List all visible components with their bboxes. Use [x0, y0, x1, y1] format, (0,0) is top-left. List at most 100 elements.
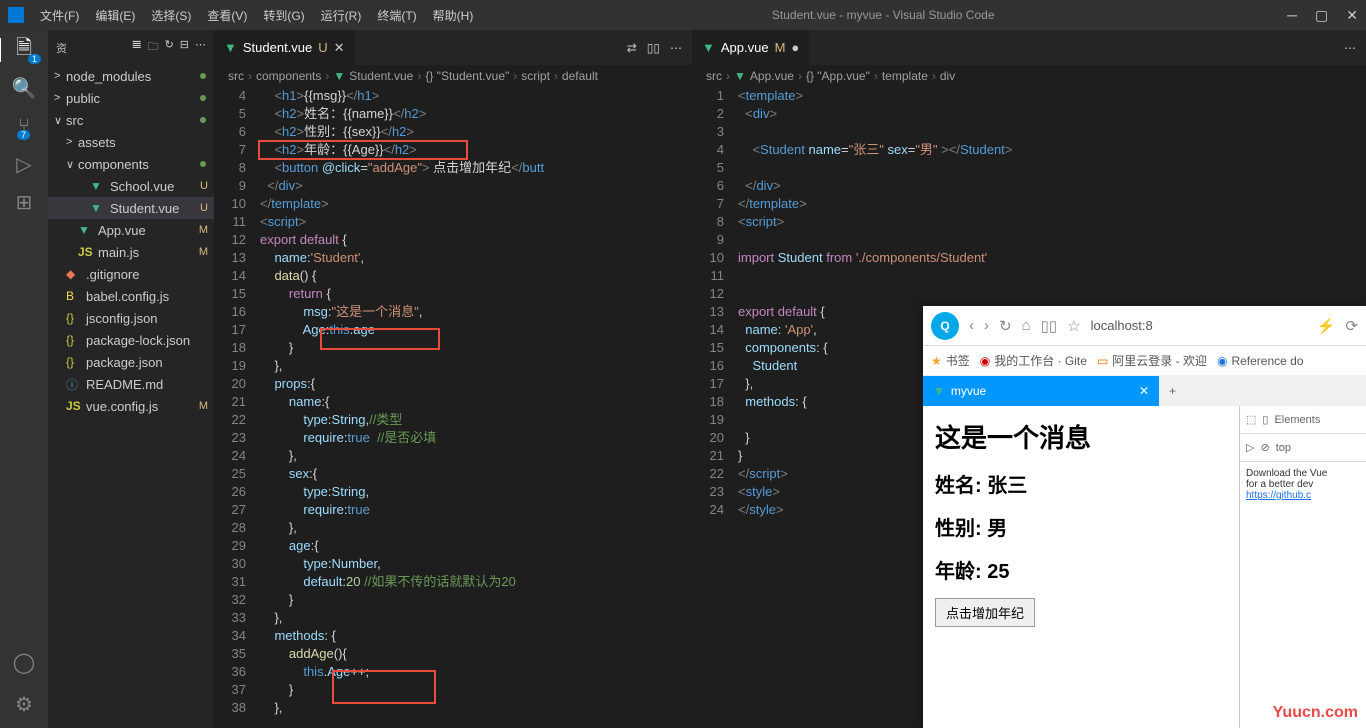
page-heading: 这是一个消息 — [935, 418, 1227, 455]
explorer-icon[interactable]: 🗎1 — [0, 38, 47, 62]
menu-select[interactable]: 选择(S) — [145, 5, 197, 26]
window-title: Student.vue - myvue - Visual Studio Code — [479, 8, 1287, 22]
add-age-button[interactable]: 点击增加年纪 — [935, 598, 1035, 627]
file-tree-item[interactable]: JSmain.jsM — [48, 241, 214, 263]
vue-icon: ▼ — [702, 40, 715, 55]
browser-logo-icon: Q — [931, 312, 959, 340]
console-message: for a better dev — [1246, 479, 1360, 490]
star-icon[interactable]: ☆ — [1067, 317, 1080, 335]
vue-icon: ▼ — [933, 384, 945, 398]
maximize-icon[interactable]: ▢ — [1315, 7, 1328, 24]
page-content: 这是一个消息 姓名: 张三 性别: 男 年龄: 25 点击增加年纪 — [923, 406, 1239, 728]
devtools-context[interactable]: top — [1276, 442, 1291, 454]
file-tree-item[interactable]: {}package.json — [48, 351, 214, 373]
file-tree-item[interactable]: ▼Student.vueU — [48, 197, 214, 219]
file-tree-item[interactable]: {}package-lock.json — [48, 329, 214, 351]
browser-tab[interactable]: ▼ myvue ✕ — [923, 376, 1159, 406]
bookmark-item[interactable]: ★ 书签 — [931, 352, 970, 369]
reader-icon[interactable]: ▯▯ — [1041, 317, 1058, 335]
breadcrumb-left[interactable]: src› components› ▼Student.vue› {} "Stude… — [214, 65, 692, 87]
titlebar: 文件(F) 编辑(E) 选择(S) 查看(V) 转到(G) 运行(R) 终端(T… — [0, 0, 1366, 30]
page-sex: 性别: 男 — [935, 512, 1227, 541]
devtools-play-icon[interactable]: ▷ — [1246, 441, 1254, 454]
file-tree-item[interactable]: ∨components — [48, 153, 214, 175]
file-tree-item[interactable]: Bbabel.config.js — [48, 285, 214, 307]
tab-label: Student.vue — [243, 40, 312, 55]
tab-close-icon[interactable]: ✕ — [334, 40, 345, 56]
file-tree-item[interactable]: >node_modules — [48, 65, 214, 87]
devtools-device-icon[interactable]: ▯ — [1262, 413, 1268, 426]
file-tree-item[interactable]: JSvue.config.jsM — [48, 395, 214, 417]
menu-terminal[interactable]: 终端(T) — [371, 5, 422, 26]
reload-icon[interactable]: ↻ — [999, 317, 1012, 335]
console-message: Download the Vue — [1246, 468, 1360, 479]
search-icon[interactable]: 🔍 — [12, 76, 36, 100]
page-age: 年龄: 25 — [935, 555, 1227, 584]
more-icon[interactable]: ⋯ — [1344, 41, 1356, 55]
devtools: ⬚ ▯ Elements ▷ ⊘ top Download the Vue fo… — [1239, 406, 1366, 728]
url-bar[interactable]: localhost:8 — [1091, 318, 1153, 333]
minimap[interactable] — [632, 87, 692, 728]
menu-file[interactable]: 文件(F) — [34, 5, 85, 26]
back-icon[interactable]: ‹ — [969, 317, 974, 334]
refresh-icon[interactable]: ↻ — [165, 38, 174, 57]
tab-label: App.vue — [721, 40, 769, 55]
watermark: Yuucn.com — [1273, 704, 1358, 722]
flash-icon[interactable]: ⚡ — [1317, 317, 1336, 335]
account-icon[interactable]: ◯ — [12, 650, 36, 674]
file-tree: >node_modules>public∨src>assets∨componen… — [48, 65, 214, 417]
editor-group-left: ▼ Student.vue U ✕ ⇄ ▯▯ ⋯ src› components… — [214, 30, 692, 728]
file-tree-item[interactable]: ◆.gitignore — [48, 263, 214, 285]
bookmark-item[interactable]: ◉ 我的工作台 · Gite — [980, 352, 1087, 369]
scm-icon[interactable]: ⑂7 — [12, 114, 36, 138]
file-tree-item[interactable]: ⓘREADME.md — [48, 373, 214, 395]
breadcrumb-right[interactable]: src› ▼App.vue› {} "App.vue"› template› d… — [692, 65, 1366, 87]
browser-window: Q ‹ › ↻ ⌂ ▯▯ ☆ localhost:8 ⚡ ⟳ ★ 书签 ◉ 我的工… — [923, 306, 1366, 728]
menu-view[interactable]: 查看(V) — [201, 5, 253, 26]
more-icon[interactable]: ⋯ — [195, 38, 206, 57]
compare-icon[interactable]: ⇄ — [627, 41, 637, 55]
console-link[interactable]: https://github.c — [1246, 490, 1311, 501]
menu-help[interactable]: 帮助(H) — [427, 5, 480, 26]
file-tree-item[interactable]: ∨src — [48, 109, 214, 131]
explorer-sidebar: 资 𝌆 🗀 ↻ ⊟ ⋯ >node_modules>public∨src>ass… — [48, 30, 214, 728]
new-folder-icon[interactable]: 🗀 — [148, 38, 159, 57]
file-tree-item[interactable]: ▼School.vueU — [48, 175, 214, 197]
browser-tab-label: myvue — [951, 384, 986, 398]
extensions-icon[interactable]: ⊞ — [12, 190, 36, 214]
bookmark-item[interactable]: ▭ 阿里云登录 - 欢迎 — [1097, 352, 1207, 369]
devtools-clear-icon[interactable]: ⊘ — [1260, 441, 1269, 454]
new-file-icon[interactable]: 𝌆 — [132, 38, 142, 57]
forward-icon[interactable]: › — [984, 317, 989, 334]
menu-run[interactable]: 运行(R) — [315, 5, 368, 26]
tab-app-vue[interactable]: ▼ App.vue M ● — [692, 30, 809, 65]
minimize-icon[interactable]: ─ — [1287, 7, 1297, 24]
home-icon[interactable]: ⌂ — [1022, 317, 1031, 334]
browser-tab-close-icon[interactable]: ✕ — [1139, 384, 1149, 398]
file-tree-item[interactable]: >assets — [48, 131, 214, 153]
browser-new-tab-icon[interactable]: + — [1159, 376, 1186, 406]
tab-student-vue[interactable]: ▼ Student.vue U ✕ — [214, 30, 355, 65]
split-icon[interactable]: ▯▯ — [647, 41, 660, 55]
page-name: 姓名: 张三 — [935, 469, 1227, 498]
menu-bar: 文件(F) 编辑(E) 选择(S) 查看(V) 转到(G) 运行(R) 终端(T… — [34, 5, 479, 26]
explorer-title: 资 — [56, 40, 67, 56]
options-icon[interactable]: ⟳ — [1345, 317, 1358, 335]
settings-icon[interactable]: ⚙ — [12, 692, 36, 716]
devtools-select-icon[interactable]: ⬚ — [1246, 413, 1256, 426]
menu-edit[interactable]: 编辑(E) — [89, 5, 141, 26]
file-tree-item[interactable]: >public — [48, 87, 214, 109]
code-left[interactable]: 4567891011121314151617181920212223242526… — [214, 87, 692, 728]
tab-modified-mark: U — [318, 40, 327, 55]
file-tree-item[interactable]: {}jsconfig.json — [48, 307, 214, 329]
menu-goto[interactable]: 转到(G) — [257, 5, 310, 26]
collapse-icon[interactable]: ⊟ — [180, 38, 189, 57]
bookmark-item[interactable]: ◉ Reference do — [1217, 354, 1304, 368]
close-icon[interactable]: ✕ — [1346, 7, 1358, 24]
vscode-icon — [8, 7, 24, 23]
more-icon[interactable]: ⋯ — [670, 41, 682, 55]
devtools-elements-tab[interactable]: Elements — [1274, 414, 1320, 426]
debug-icon[interactable]: ▷ — [12, 152, 36, 176]
activity-bar: 🗎1 🔍 ⑂7 ▷ ⊞ ◯ ⚙ — [0, 30, 48, 728]
file-tree-item[interactable]: ▼App.vueM — [48, 219, 214, 241]
